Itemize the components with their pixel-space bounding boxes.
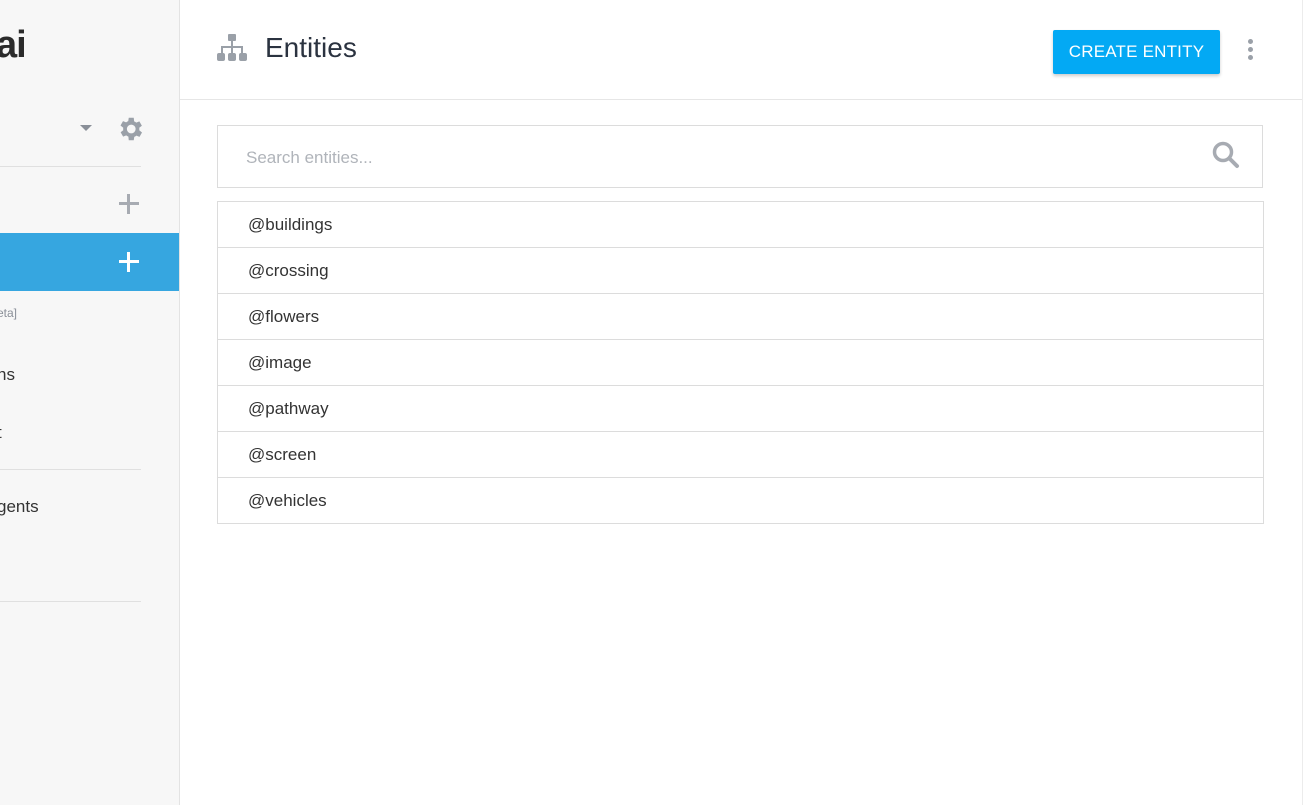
- page-title: Entities: [265, 32, 357, 63]
- list-item[interactable]: @crossing: [218, 248, 1263, 294]
- chevron-down-icon[interactable]: [80, 125, 92, 131]
- search-icon[interactable]: [1211, 140, 1241, 170]
- sidebar-item[interactable]: t: [0, 423, 2, 443]
- sidebar-item[interactable]: ns: [0, 365, 15, 385]
- list-item[interactable]: @image: [218, 340, 1263, 386]
- list-item[interactable]: @flowers: [218, 294, 1263, 340]
- plus-icon[interactable]: [118, 193, 140, 215]
- sidebar-add-row[interactable]: [0, 184, 141, 224]
- sidebar: ai eta] ns t gents: [0, 0, 180, 805]
- more-vertical-icon[interactable]: [1246, 39, 1254, 61]
- create-entity-button[interactable]: CREATE ENTITY: [1053, 30, 1220, 74]
- search-box: [217, 125, 1263, 188]
- sidebar-beta-label: eta]: [0, 306, 18, 320]
- plus-icon[interactable]: [118, 251, 140, 273]
- sidebar-item-active[interactable]: [0, 233, 179, 291]
- list-item[interactable]: @buildings: [218, 202, 1263, 248]
- sidebar-divider: [0, 469, 141, 470]
- list-item[interactable]: @pathway: [218, 386, 1263, 432]
- search-input[interactable]: [244, 144, 1148, 172]
- sidebar-divider: [0, 166, 141, 167]
- list-item[interactable]: @vehicles: [218, 478, 1263, 524]
- entity-list: @buildings @crossing @flowers @image @pa…: [217, 201, 1264, 524]
- sitemap-icon: [217, 34, 247, 61]
- sidebar-item[interactable]: gents: [0, 497, 39, 517]
- list-item[interactable]: @screen: [218, 432, 1263, 478]
- app-logo[interactable]: ai: [0, 24, 27, 67]
- gear-icon[interactable]: [115, 114, 145, 144]
- page-header: Entities CREATE ENTITY: [180, 0, 1302, 100]
- scrollbar-track[interactable]: [1302, 0, 1312, 805]
- sidebar-divider: [0, 601, 141, 602]
